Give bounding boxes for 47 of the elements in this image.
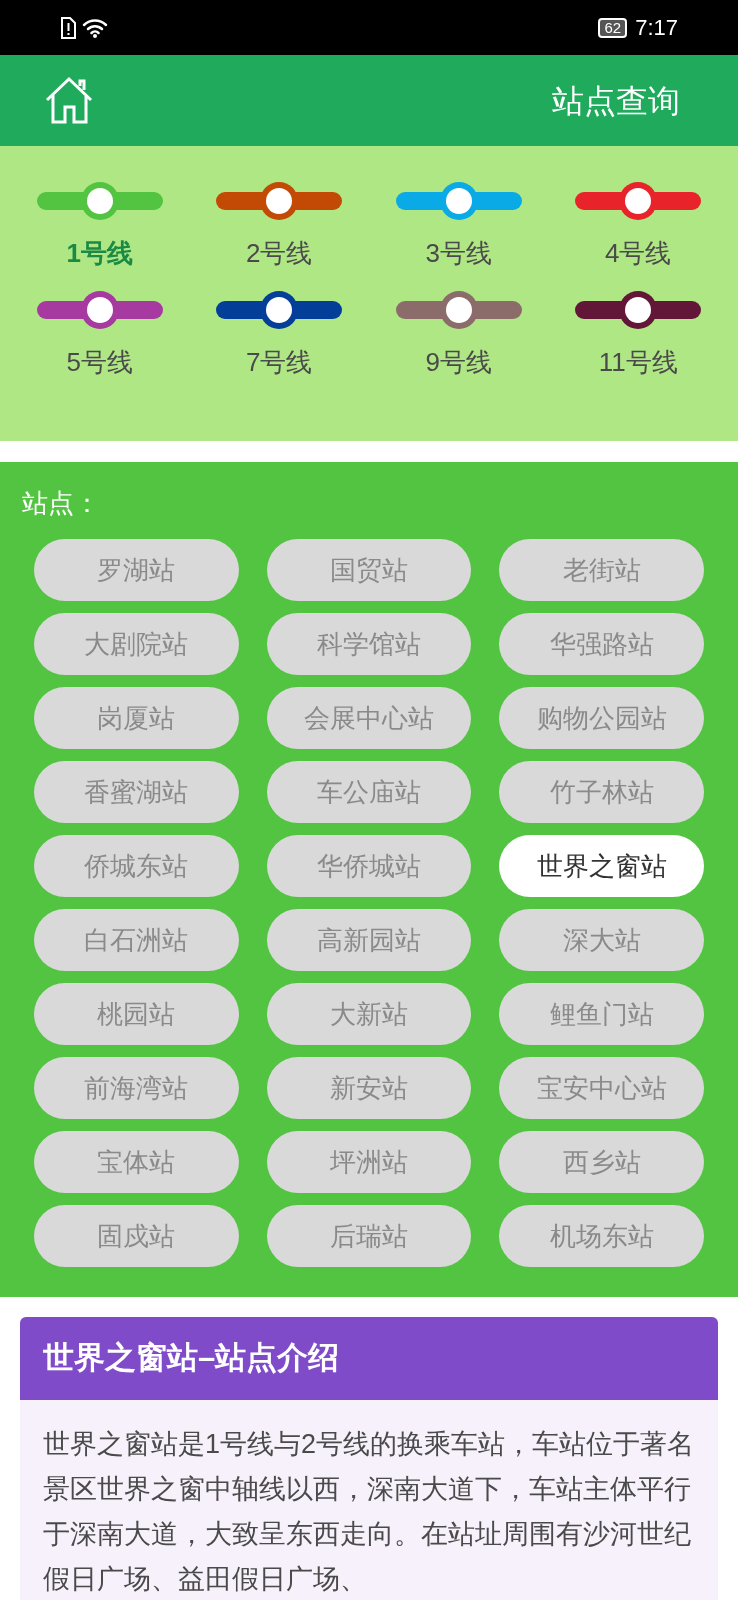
line-tab[interactable]: 1号线	[10, 180, 190, 273]
station-chip[interactable]: 国贸站	[266, 539, 472, 601]
station-chip[interactable]: 购物公园站	[499, 687, 704, 749]
station-chip[interactable]: 深大站	[499, 909, 704, 971]
line-tab[interactable]: 9号线	[369, 289, 549, 382]
station-chip[interactable]: 西乡站	[499, 1131, 704, 1193]
station-chip[interactable]: 车公庙站	[266, 761, 472, 823]
home-icon[interactable]	[44, 75, 94, 126]
station-chip[interactable]: 罗湖站	[34, 539, 239, 601]
battery-icon: 62	[598, 17, 628, 38]
line-tab[interactable]: 7号线	[189, 289, 369, 382]
station-chip[interactable]: 大新站	[266, 983, 472, 1045]
intro-title: 世界之窗站–站点介绍	[43, 1339, 340, 1378]
station-chip[interactable]: 固戍站	[34, 1205, 239, 1267]
station-chip[interactable]: 前海湾站	[34, 1057, 239, 1119]
line-tab[interactable]: 2号线	[189, 180, 369, 273]
wifi-icon	[82, 16, 108, 39]
sim-alert-icon	[60, 16, 76, 39]
station-chip[interactable]: 桃园站	[34, 983, 239, 1045]
line-tab[interactable]: 5号线	[10, 289, 190, 382]
status-time: 7:17	[635, 14, 678, 42]
station-chip[interactable]: 高新园站	[266, 909, 472, 971]
station-chip[interactable]: 鲤鱼门站	[499, 983, 704, 1045]
station-chip[interactable]: 华强路站	[499, 613, 704, 675]
intro-text: 世界之窗站是1号线与2号线的换乘车站，车站位于著名景区世界之窗中轴线以西，深南大道下，车站主体平行于深南大道，大致呈东西走向。在站址周围有沙河世纪假日广场、益田假日广场、	[42, 1428, 696, 1596]
station-chip[interactable]: 后瑞站	[266, 1205, 472, 1267]
line-tab[interactable]: 11号线	[548, 289, 728, 382]
line-tab[interactable]: 3号线	[369, 180, 549, 273]
station-chip[interactable]: 老街站	[499, 539, 704, 601]
station-chip[interactable]: 岗厦站	[34, 687, 239, 749]
station-chip[interactable]: 坪洲站	[266, 1131, 472, 1193]
page-title: 站点查询	[552, 81, 680, 121]
station-chip[interactable]: 大剧院站	[34, 613, 239, 675]
station-chip[interactable]: 会展中心站	[266, 687, 472, 749]
station-chip[interactable]: 白石洲站	[34, 909, 239, 971]
station-chip[interactable]: 宝体站	[34, 1131, 239, 1193]
station-chip[interactable]: 宝安中心站	[499, 1057, 704, 1119]
station-chip[interactable]: 香蜜湖站	[34, 761, 239, 823]
station-chip[interactable]: 科学馆站	[266, 613, 472, 675]
station-chip[interactable]: 世界之窗站	[499, 835, 704, 897]
station-chip[interactable]: 华侨城站	[266, 835, 472, 897]
station-chip[interactable]: 机场东站	[499, 1205, 704, 1267]
station-chip[interactable]: 新安站	[266, 1057, 472, 1119]
station-chip[interactable]: 竹子林站	[499, 761, 704, 823]
station-chip[interactable]: 侨城东站	[34, 835, 239, 897]
line-tab[interactable]: 4号线	[548, 180, 728, 273]
stations-label: 站点：	[22, 487, 101, 520]
